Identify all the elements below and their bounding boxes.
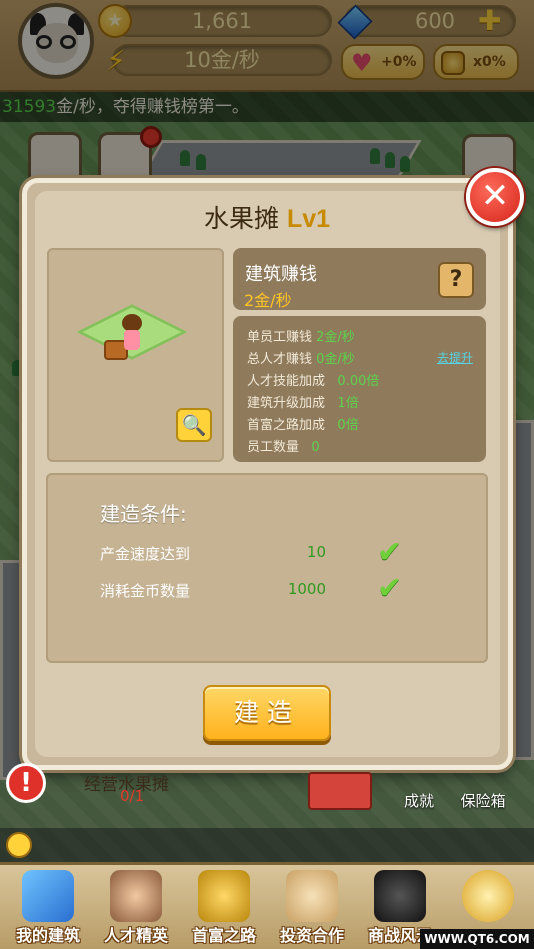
conditions-title: 建造条件: bbox=[100, 502, 187, 526]
magnifier-icon: 🔍 bbox=[181, 413, 207, 437]
nav-label: 投资合作 bbox=[279, 926, 344, 945]
task-building-count: 0/1 bbox=[120, 787, 145, 805]
building-name: 水果摊 bbox=[203, 204, 279, 233]
handshake-icon bbox=[286, 870, 338, 922]
nav-rich-road[interactable]: 首富之路 bbox=[180, 862, 268, 949]
stat-value: 0.00倍 bbox=[337, 374, 380, 389]
condition-label: 产金速度达到 bbox=[100, 545, 191, 563]
stat-row: 人才技能加成 0.00倍 bbox=[247, 370, 379, 389]
stat-label: 首富之路加成 bbox=[247, 418, 326, 433]
question-icon: ? bbox=[449, 267, 463, 292]
help-button[interactable]: ? bbox=[438, 262, 474, 298]
condition-value: 1000 bbox=[287, 580, 326, 598]
stat-value: 1倍 bbox=[337, 396, 359, 411]
stat-label: 建筑升级加成 bbox=[247, 396, 326, 411]
stat-row: 员工数量 0 bbox=[247, 436, 320, 455]
stat-value: 2金/秒 bbox=[316, 330, 355, 345]
building-level: Lv1 bbox=[286, 205, 331, 233]
stat-row: 总人才赚钱 0金/秒 bbox=[247, 348, 355, 367]
nav-invest[interactable]: 投资合作 bbox=[268, 862, 356, 949]
condition-label: 消耗金币数量 bbox=[100, 582, 191, 600]
chat-bar[interactable] bbox=[0, 828, 534, 862]
vendor-girl-icon bbox=[122, 314, 142, 350]
stat-value: 0金/秒 bbox=[316, 352, 355, 367]
chat-icon[interactable] bbox=[6, 832, 32, 858]
achievement-button[interactable]: 成就 bbox=[388, 790, 450, 832]
checkmark-icon: ✔ bbox=[377, 571, 403, 606]
safe-button[interactable]: 保险箱 bbox=[452, 790, 514, 832]
dialog-title: 水果摊 Lv1 bbox=[0, 199, 534, 235]
stat-label: 总人才赚钱 bbox=[247, 352, 313, 367]
nav-my-buildings[interactable]: 我的建筑 bbox=[4, 862, 92, 949]
stat-value: 0倍 bbox=[337, 418, 359, 433]
stat-row: 单员工赚钱 2金/秒 bbox=[247, 326, 355, 345]
stat-row: 首富之路加成 0倍 bbox=[247, 414, 359, 433]
nav-label: 人才精英 bbox=[103, 926, 168, 945]
talent-icon bbox=[110, 870, 162, 922]
nav-label: 首富之路 bbox=[191, 926, 256, 945]
bus-icon bbox=[308, 772, 372, 810]
rich-road-icon bbox=[198, 870, 250, 922]
zoom-button[interactable]: 🔍 bbox=[176, 408, 212, 442]
stat-value: 0 bbox=[311, 440, 320, 455]
buildings-icon bbox=[22, 870, 74, 922]
earnings-value: 2金/秒 bbox=[244, 291, 292, 310]
nav-label: 我的建筑 bbox=[15, 926, 80, 945]
nav-talent[interactable]: 人才精英 bbox=[92, 862, 180, 949]
build-button[interactable]: 建造 bbox=[203, 685, 331, 741]
upgrade-link[interactable]: 去提升 bbox=[437, 349, 473, 366]
money-bag-icon bbox=[462, 870, 514, 922]
stat-label: 员工数量 bbox=[247, 440, 300, 455]
warning-icon[interactable]: ! bbox=[6, 763, 46, 803]
condition-value: 10 bbox=[306, 543, 326, 561]
stat-label: 人才技能加成 bbox=[247, 374, 326, 389]
checkmark-icon: ✔ bbox=[377, 535, 403, 570]
watermark: WWW.QT6.COM bbox=[420, 929, 534, 949]
stat-row: 建筑升级加成 1倍 bbox=[247, 392, 359, 411]
earnings-title: 建筑赚钱 bbox=[245, 264, 317, 285]
business-war-icon bbox=[374, 870, 426, 922]
stat-label: 单员工赚钱 bbox=[247, 330, 313, 345]
